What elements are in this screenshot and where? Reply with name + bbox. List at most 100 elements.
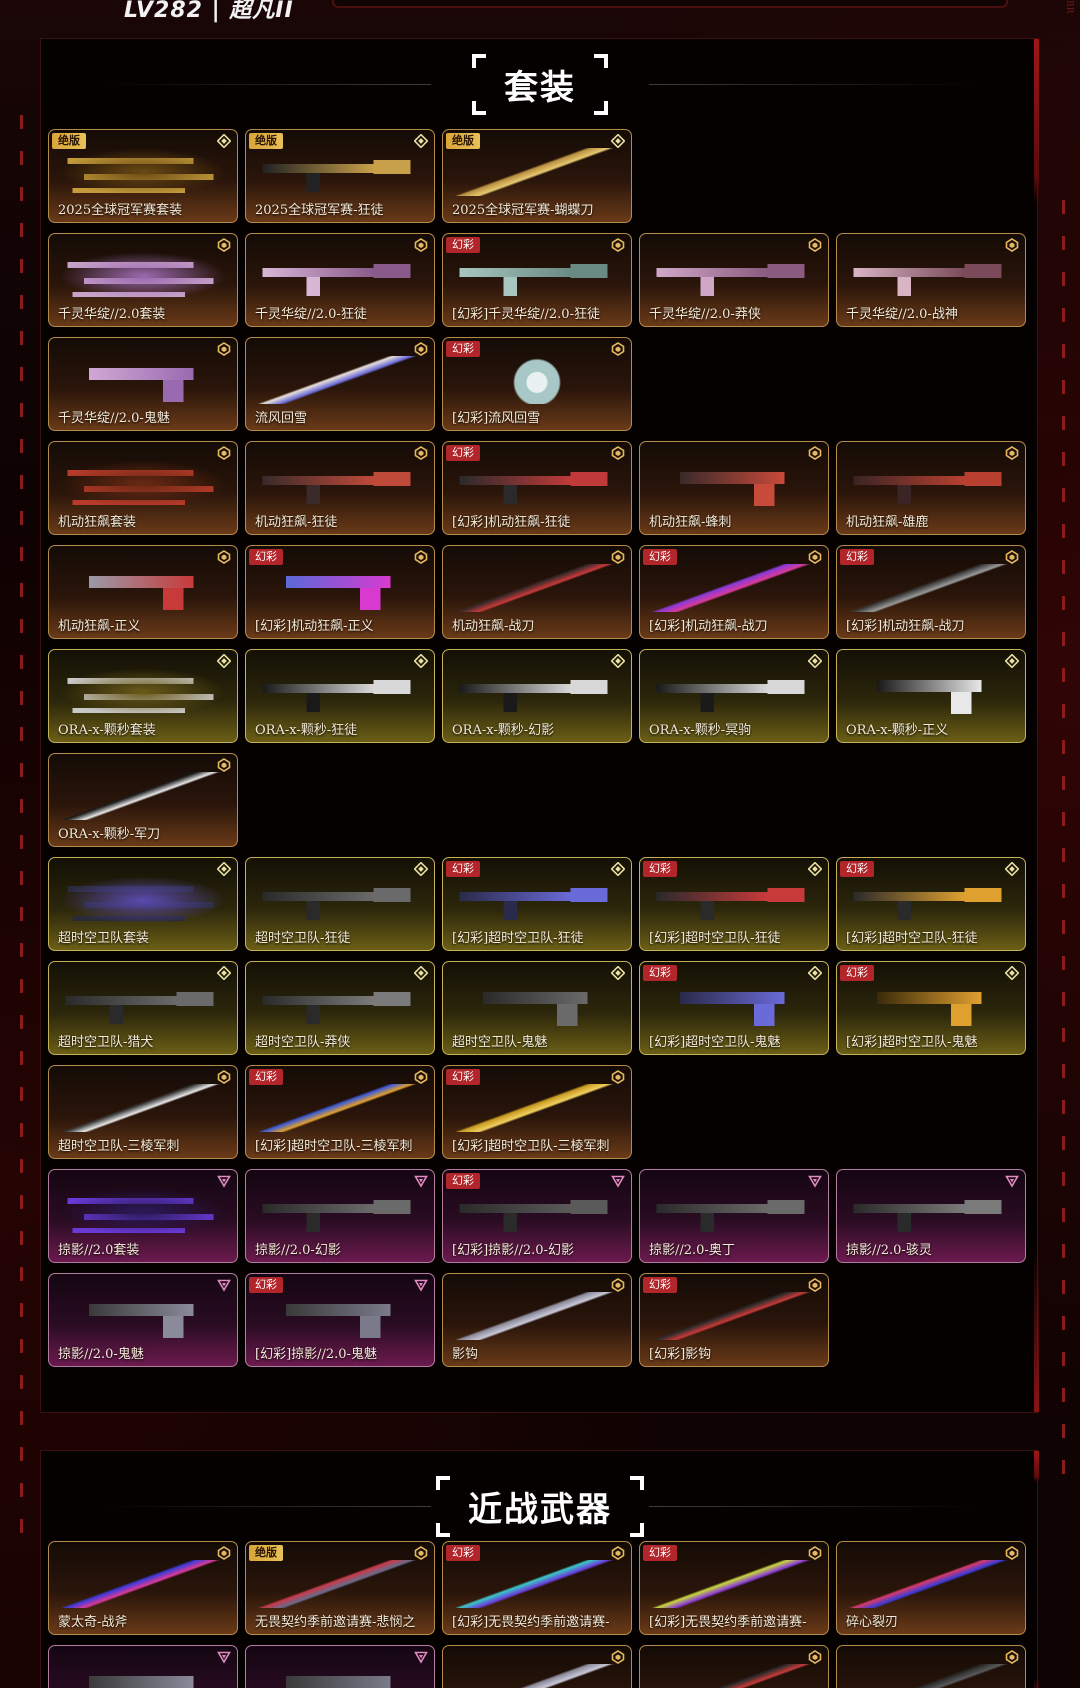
skin-card[interactable]: 幻彩 [幻彩]超时空卫队-鬼魅 [639, 961, 829, 1055]
skin-card[interactable]: 幻彩 [幻彩]机动狂飙-战刀 [639, 545, 829, 639]
skin-card[interactable]: ORA-x-颗秒-军刀 [48, 753, 238, 847]
skin-name: 机动狂飙-雄鹿 [846, 515, 929, 530]
skin-preview-image [453, 564, 621, 612]
skin-preview-image [847, 1188, 1015, 1236]
skin-preview-image [59, 148, 227, 196]
skin-card[interactable]: 幻彩 [幻彩]影钩 [639, 1273, 829, 1367]
rarity-tier-icon [808, 550, 822, 564]
skin-card[interactable]: 幻彩 [幻彩]超时空卫队-三棱军刺 [245, 1065, 435, 1159]
skin-card[interactable] [836, 1645, 1026, 1688]
skin-name: [幻彩]千灵华绽//2.0-狂徒 [452, 307, 600, 322]
skin-card[interactable]: 超时空卫队-猎犬 [48, 961, 238, 1055]
skin-preview-image [453, 356, 621, 404]
skin-card[interactable]: 千灵华绽//2.0套装 [48, 233, 238, 327]
skin-card[interactable]: 千灵华绽//2.0-战神 [836, 233, 1026, 327]
skin-card[interactable]: 机动狂飙-雄鹿 [836, 441, 1026, 535]
skin-card[interactable]: 幻彩 [幻彩]无畏契约季前邀请赛- [639, 1541, 829, 1635]
skin-preview-image [847, 460, 1015, 508]
skin-name: 机动狂飙-战刀 [452, 619, 535, 634]
skin-preview-image [256, 1084, 424, 1132]
skin-card[interactable]: 机动狂飙套装 [48, 441, 238, 535]
skin-card[interactable]: 绝版 无畏契约季前邀请赛-悲悯之 [245, 1541, 435, 1635]
skin-card[interactable]: 机动狂飙-蜂刺 [639, 441, 829, 535]
skin-name: [幻彩]超时空卫队-狂徒 [846, 931, 978, 946]
skin-card[interactable]: 超时空卫队-狂徒 [245, 857, 435, 951]
skin-preview-image [256, 1292, 424, 1340]
skin-card[interactable]: 蒙太奇-战斧 [48, 1541, 238, 1635]
skin-card[interactable]: 幻彩 [幻彩]掠影//2.0-幻影 [442, 1169, 632, 1263]
skin-card[interactable]: 机动狂飙-正义 [48, 545, 238, 639]
skin-card[interactable]: 幻彩 [幻彩]机动狂飙-正义 [245, 545, 435, 639]
skin-card[interactable]: 掠影//2.0套装 [48, 1169, 238, 1263]
skin-name: [幻彩]影钩 [649, 1347, 712, 1362]
skin-card[interactable]: 机动狂飙-狂徒 [245, 441, 435, 535]
rarity-tier-icon [217, 1174, 231, 1188]
limited-edition-badge: 绝版 [249, 133, 283, 149]
section-heading: 近战武器 [41, 1461, 1039, 1551]
skin-preview-image [650, 1188, 818, 1236]
skin-preview-image [453, 1292, 621, 1340]
rarity-tier-icon [414, 1650, 428, 1664]
skin-preview-image [59, 772, 227, 820]
rarity-tier-icon [414, 1070, 428, 1084]
skin-card[interactable]: 千灵华绽//2.0-狂徒 [245, 233, 435, 327]
skin-card[interactable]: 幻彩 [幻彩]无畏契约季前邀请赛- [442, 1541, 632, 1635]
skin-preview-image [256, 148, 424, 196]
skin-card[interactable]: 幻彩 [幻彩]超时空卫队-狂徒 [442, 857, 632, 951]
skin-name: [幻彩]机动狂飙-正义 [255, 619, 374, 634]
skin-card[interactable]: 影钩 [442, 1645, 632, 1688]
skin-card[interactable]: 流风回雪 [245, 337, 435, 431]
skin-card[interactable]: 掠影//2.0-骇灵 [836, 1169, 1026, 1263]
skin-card[interactable]: 绝版 2025全球冠军赛套装 [48, 129, 238, 223]
rarity-tier-icon [414, 238, 428, 252]
skin-card[interactable]: [幻彩]影钩 [639, 1645, 829, 1688]
skin-card[interactable]: 掠影//2.0-鬼魅 [48, 1645, 238, 1688]
phantom-color-badge: 幻彩 [446, 1173, 480, 1189]
skin-card[interactable]: 掠影//2.0-鬼魅 [48, 1273, 238, 1367]
skin-card[interactable]: ORA-x-颗秒-幻影 [442, 649, 632, 743]
skin-name: 超时空卫队-鬼魅 [452, 1035, 548, 1050]
skin-preview-image [59, 668, 227, 716]
skin-name: 超时空卫队-三棱军刺 [58, 1139, 180, 1154]
skin-card[interactable]: 超时空卫队-三棱军刺 [48, 1065, 238, 1159]
skin-card[interactable]: 掠影//2.0-奥丁 [639, 1169, 829, 1263]
skin-name: [幻彩]超时空卫队-三棱军刺 [452, 1139, 610, 1154]
skin-card[interactable]: 幻彩 [幻彩]千灵华绽//2.0-狂徒 [442, 233, 632, 327]
rarity-tier-icon [808, 862, 822, 876]
skin-card[interactable]: 超时空卫队-鬼魅 [442, 961, 632, 1055]
skin-card[interactable]: 幻彩 [幻彩]机动狂飙-战刀 [836, 545, 1026, 639]
skin-card[interactable]: ORA-x-颗秒套装 [48, 649, 238, 743]
skin-card[interactable]: 幻彩 [幻彩]超时空卫队-狂徒 [836, 857, 1026, 951]
skin-name: 机动狂飙-正义 [58, 619, 141, 634]
skin-name: 流风回雪 [255, 411, 308, 426]
skin-card[interactable]: 影钩 [442, 1273, 632, 1367]
player-level: LV282 | 超凡II [124, 0, 294, 23]
skin-preview-image [847, 876, 1015, 924]
skin-preview-image [59, 564, 227, 612]
rarity-tier-icon [217, 654, 231, 668]
skin-card[interactable]: 超时空卫队套装 [48, 857, 238, 951]
skin-name: [幻彩]流风回雪 [452, 411, 541, 426]
skin-name: 千灵华绽//2.0套装 [58, 307, 166, 322]
skin-card[interactable]: ORA-x-颗秒-狂徒 [245, 649, 435, 743]
rarity-tier-icon [1005, 238, 1019, 252]
skin-card[interactable]: 幻彩 [幻彩]机动狂飙-狂徒 [442, 441, 632, 535]
skin-card[interactable]: 幻彩 [幻彩]超时空卫队-鬼魅 [836, 961, 1026, 1055]
skin-name: 掠影//2.0-幻影 [255, 1243, 341, 1258]
skin-card[interactable]: ORA-x-颗秒-冥驹 [639, 649, 829, 743]
skin-card[interactable]: [幻彩]掠影//2.0-鬼魅 [245, 1645, 435, 1688]
skin-card[interactable]: 掠影//2.0-幻影 [245, 1169, 435, 1263]
skin-card[interactable]: 机动狂飙-战刀 [442, 545, 632, 639]
skin-card[interactable]: 千灵华绽//2.0-鬼魅 [48, 337, 238, 431]
skin-card[interactable]: 绝版 2025全球冠军赛-狂徒 [245, 129, 435, 223]
skin-card[interactable]: ORA-x-颗秒-正义 [836, 649, 1026, 743]
skin-card[interactable]: 幻彩 [幻彩]超时空卫队-狂徒 [639, 857, 829, 951]
skin-card[interactable]: 绝版 2025全球冠军赛-蝴蝶刀 [442, 129, 632, 223]
skin-card[interactable]: 幻彩 [幻彩]掠影//2.0-鬼魅 [245, 1273, 435, 1367]
skin-card[interactable]: 超时空卫队-莽侠 [245, 961, 435, 1055]
skin-preview-image [847, 980, 1015, 1028]
skin-card[interactable]: 碎心裂刃 [836, 1541, 1026, 1635]
skin-card[interactable]: 幻彩 [幻彩]流风回雪 [442, 337, 632, 431]
skin-card[interactable]: 幻彩 [幻彩]超时空卫队-三棱军刺 [442, 1065, 632, 1159]
skin-card[interactable]: 千灵华绽//2.0-莽侠 [639, 233, 829, 327]
